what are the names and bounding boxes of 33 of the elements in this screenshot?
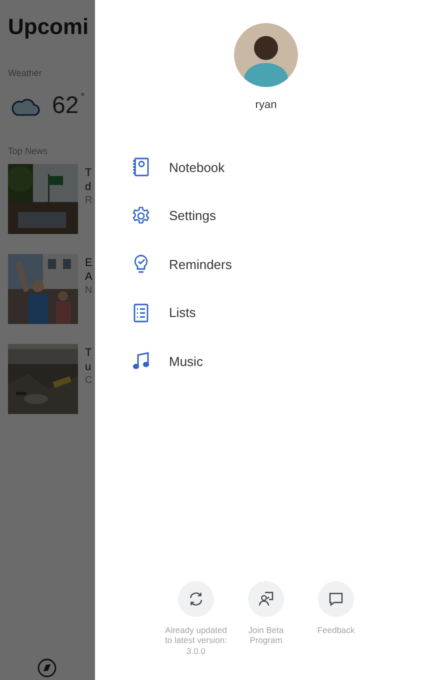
menu-item[interactable]: Reminders [131,240,437,288]
icon-button[interactable] [318,580,354,616]
action-label: Join Beta Program [247,624,285,646]
news-title[interactable]: T [85,166,92,180]
temperature: 62 [52,92,79,120]
menu-item[interactable]: Notebook [131,143,437,192]
message-icon [328,590,344,606]
news-title[interactable]: T [85,346,92,360]
menu-item[interactable]: Lists [131,288,437,337]
action-label: Feedback [316,624,356,635]
refresh-icon [188,590,204,606]
page-title: Upcomi [8,14,90,40]
news-title[interactable]: E [85,256,92,270]
list-icon [131,302,151,323]
icon-button[interactable] [248,580,284,616]
icon-button[interactable] [178,580,214,616]
music-note-icon [131,351,151,372]
avatar[interactable] [234,23,298,87]
news-title[interactable]: A [85,270,92,284]
news-title[interactable]: u [85,360,92,374]
presenter-icon [258,590,274,606]
action-button[interactable]: Feedback [301,580,371,656]
action-button[interactable]: Join Beta Program [231,580,301,656]
compass-icon[interactable] [36,658,56,678]
temperature-unit: ° [80,92,85,103]
settings-icon [131,206,151,226]
user-name: ryan [255,99,277,111]
menu-item[interactable]: Settings [131,192,437,240]
action-label: Already updated to latest version: 3.0.0 [164,624,228,656]
menu-item[interactable]: Music [131,337,437,386]
news-title[interactable]: d [85,180,92,194]
notebook-icon [131,157,151,178]
action-button[interactable]: Already updated to latest version: 3.0.0 [161,580,231,656]
